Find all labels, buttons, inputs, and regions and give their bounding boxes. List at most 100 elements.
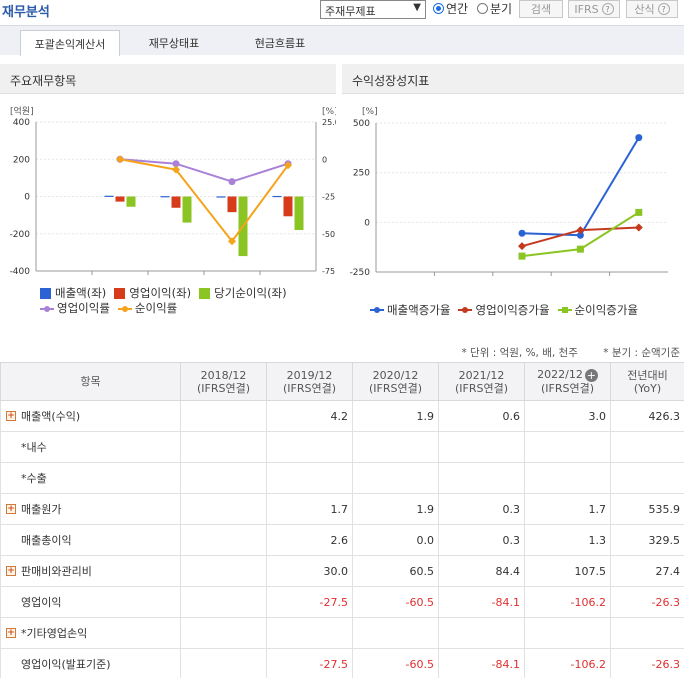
bar	[283, 196, 293, 217]
bar	[294, 196, 304, 231]
legend-item[interactable]: 매출액증가율	[370, 302, 450, 318]
table-cell	[610, 462, 684, 494]
legend-label: 매출액(좌)	[55, 286, 107, 300]
table-cell: 2.6	[266, 524, 353, 556]
expand-plus-icon[interactable]: +	[6, 628, 16, 638]
legend-label: 매출액증가율	[387, 303, 451, 317]
tab-balance-sheet[interactable]: 재무상태표	[124, 30, 224, 56]
table-cell: -106.2	[524, 586, 611, 618]
table-cell: -27.5	[266, 586, 353, 618]
page-title: 재무분석	[2, 5, 50, 20]
table-cell: -84.1	[438, 648, 525, 678]
bar	[216, 196, 226, 198]
unit-note-text: * 단위 : 억원, %, 배, 천주	[461, 347, 578, 359]
table-cell	[180, 431, 267, 463]
table-cell: -60.5	[352, 586, 439, 618]
radio-unchecked-icon	[477, 3, 488, 14]
legend-swatch	[114, 288, 126, 299]
legend-swatch	[40, 288, 51, 299]
data-point	[634, 223, 643, 232]
y-tick-label: 0	[364, 218, 370, 228]
expand-plus-icon[interactable]: +	[6, 566, 16, 576]
expand-plus-icon[interactable]: +	[6, 411, 16, 421]
legend-label: 영업이익(좌)	[129, 286, 192, 300]
statement-tabs: 포괄손익계산서 재무상태표 현금흐름표	[0, 25, 684, 56]
y-tick-label: 0	[24, 193, 30, 203]
data-point	[228, 178, 236, 186]
search-button[interactable]: 검색	[519, 0, 563, 18]
table-cell	[266, 431, 353, 463]
table-cell: 107.5	[524, 555, 611, 587]
table-cell	[180, 400, 267, 432]
table-row: *수출	[0, 462, 684, 494]
data-point	[635, 134, 643, 142]
bar	[171, 196, 181, 208]
table-cell: -26.3	[610, 586, 684, 618]
y-tick-label: -400	[10, 267, 31, 276]
data-point	[518, 242, 526, 251]
panel-key-financials: 주요재무항목 [억원] [%] 400 25.0 200 0 0 -25. -200 -50. -4…	[0, 64, 336, 322]
table-cell: 0.6	[438, 400, 525, 432]
table-cell	[610, 617, 684, 649]
statement-type-select[interactable]: 주재무제표 ▼	[320, 0, 426, 19]
y-tick-label: 200	[13, 155, 30, 165]
y-tick-label: -200	[10, 230, 31, 240]
add-column-icon[interactable]: +	[584, 368, 598, 382]
table-cell: -60.5	[352, 648, 439, 678]
tab-cash-flow[interactable]: 현금흐름표	[230, 30, 330, 56]
legend-item[interactable]: 영업이익률	[40, 301, 110, 316]
col-header-year: 2021/12 (IFRS연결)	[438, 362, 525, 401]
formula-help-button[interactable]: 산식 ?	[626, 0, 678, 18]
tab-income-statement[interactable]: 포괄손익계산서	[20, 30, 120, 56]
table-cell: 30.0	[266, 555, 353, 587]
radio-annual[interactable]: 연간	[433, 0, 468, 17]
table-cell	[180, 462, 267, 494]
radio-annual-label: 연간	[446, 2, 469, 16]
legend-swatch	[40, 305, 54, 312]
ifrs-help-button[interactable]: IFRS ?	[568, 0, 620, 18]
y2-axis-unit: [%]	[322, 107, 336, 117]
table-cell: -26.3	[610, 648, 684, 678]
table-cell	[180, 524, 267, 556]
y-axis-unit: [억원]	[10, 105, 34, 117]
panel-title: 수익성장성지표	[342, 64, 684, 94]
formula-label: 산식	[634, 3, 655, 16]
data-point	[576, 226, 585, 235]
expand-plus-icon[interactable]: +	[6, 504, 16, 514]
y-axis-unit: [%]	[362, 107, 378, 117]
table-cell	[438, 617, 525, 649]
y2-tick-label: 25.0	[322, 118, 336, 127]
row-label: *내수	[0, 431, 181, 463]
y2-tick-label: 0	[322, 155, 327, 164]
table-cell	[524, 462, 611, 494]
table-cell: 1.3	[524, 524, 611, 556]
legend-item[interactable]: 영업이익증가율	[458, 302, 550, 318]
table-row: *내수	[0, 431, 684, 463]
legend-item[interactable]: 순이익률	[117, 301, 177, 316]
series-line	[119, 158, 289, 183]
table-cell: -84.1	[438, 586, 525, 618]
legend-label: 영업이익증가율	[475, 303, 550, 317]
y-tick-label: 400	[13, 118, 30, 128]
table-row: + 매출액(수익) 4.2 1.9 0.6 3.0 426.3	[0, 400, 684, 432]
table-cell: 3.0	[524, 400, 611, 432]
data-point	[116, 155, 124, 164]
chart-legend-right: 매출액증가율 영업이익증가율 순이익증가율	[370, 302, 684, 318]
table-cell: 84.4	[438, 555, 525, 587]
table-cell	[180, 586, 267, 618]
table-cell: 4.2	[266, 400, 353, 432]
legend-item[interactable]: 매출액(좌)	[40, 286, 106, 301]
table-cell	[438, 431, 525, 463]
table-cell	[524, 617, 611, 649]
table-header-row: 항목 2018/12 (IFRS연결) 2019/12 (IFRS연결) 2020/…	[0, 362, 684, 401]
legend-item[interactable]: 영업이익(좌)	[114, 286, 191, 301]
table-cell	[266, 617, 353, 649]
y2-tick-label: -75.	[322, 267, 336, 276]
col-header-yoy: 전년대비 (YoY)	[610, 362, 684, 401]
table-cell: 329.5	[610, 524, 684, 556]
legend-item[interactable]: 당기순이익(좌)	[199, 286, 287, 301]
col-header-year: 2019/12 (IFRS연결)	[266, 362, 353, 401]
legend-item[interactable]: 순이익증가율	[557, 302, 638, 318]
table-cell	[352, 462, 439, 494]
radio-quarter[interactable]: 분기	[477, 0, 512, 17]
